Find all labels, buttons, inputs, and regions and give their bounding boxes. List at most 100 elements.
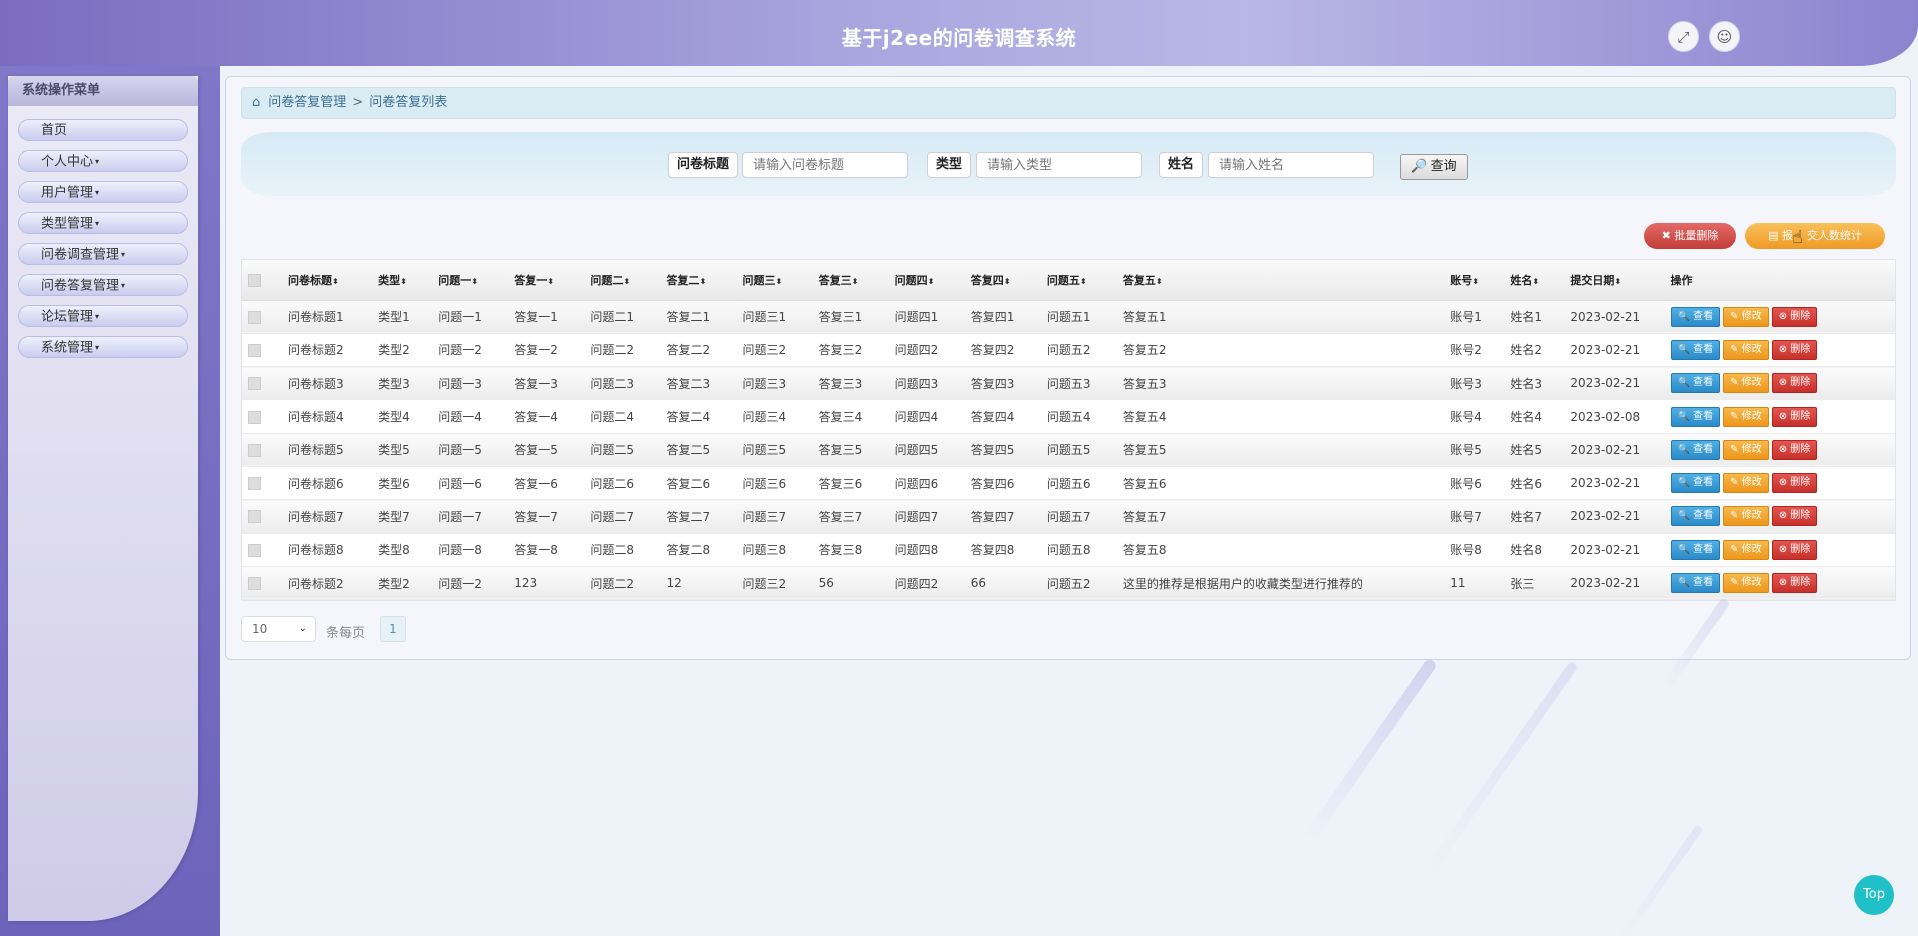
sort-icon[interactable]: ⬍ [471,277,478,286]
name-search-input[interactable] [1208,152,1374,178]
home-icon[interactable]: ⌂ [252,88,260,118]
edit-button[interactable]: ✎ 修改 [1723,406,1769,427]
row-select-cell [242,399,283,434]
view-button[interactable]: 🔍 查看 [1670,473,1721,494]
sort-icon[interactable]: ⬍ [852,277,859,286]
table-cell: 答复三5 [812,433,889,467]
view-button[interactable]: 🔍 查看 [1670,439,1721,460]
sidebar-item[interactable]: 问卷答复管理 ▾ [18,274,188,296]
edit-button[interactable]: ✎ 修改 [1723,339,1769,360]
sort-icon[interactable]: ⬍ [547,277,554,286]
table-cell: 问卷标题5 [282,433,373,467]
view-button[interactable]: 🔍 查看 [1670,406,1721,427]
search-button[interactable]: 🔎 查询 [1400,154,1468,180]
column-header[interactable]: 答复一⬍ [508,260,585,301]
sort-icon[interactable]: ⬍ [1614,277,1621,286]
delete-button[interactable]: ⊗ 删除 [1771,573,1818,594]
edit-button[interactable]: ✎ 修改 [1723,539,1769,560]
sidebar-item[interactable]: 系统管理 ▾ [18,336,188,358]
select-all-checkbox[interactable] [248,273,261,287]
delete-button[interactable]: ⊗ 删除 [1771,339,1818,360]
sort-icon[interactable]: ⬍ [332,277,339,286]
user-icon[interactable]: ☺ [1709,21,1740,52]
column-header[interactable]: 答复五⬍ [1116,260,1445,301]
column-header[interactable]: 答复三⬍ [812,260,889,301]
sort-icon[interactable]: ⬍ [1080,277,1087,286]
column-header[interactable]: 类型⬍ [372,260,433,301]
page-size-select[interactable]: 10 ⌄ [241,616,316,642]
sort-icon[interactable]: ⬍ [776,277,783,286]
sidebar-item[interactable]: 个人中心 ▾ [18,150,188,172]
column-header[interactable]: 提交日期⬍ [1564,260,1665,301]
edit-button[interactable]: ✎ 修改 [1723,473,1769,494]
column-header[interactable]: 答复四⬍ [964,260,1041,301]
table-row: 问卷标题4 类型4 问题一4 答复一4 问题二4 答复二4 问题三4 答复三4 问题四4 答复四4… [242,399,1895,434]
column-header[interactable]: 账号⬍ [1444,260,1505,301]
page-number-1[interactable]: 1 [380,616,406,642]
column-header[interactable]: 问题五⬍ [1040,260,1117,301]
row-checkbox[interactable] [248,310,261,324]
view-button[interactable]: 🔍 查看 [1670,373,1721,394]
edit-button[interactable]: ✎ 修改 [1723,373,1769,394]
column-header[interactable]: 问卷标题⬍ [282,260,373,301]
sidebar-item[interactable]: 论坛管理 ▾ [18,305,188,327]
row-checkbox[interactable] [248,510,261,524]
table-cell: 答复五8 [1116,533,1445,567]
column-header[interactable]: 问题四⬍ [888,260,965,301]
edit-button[interactable]: ✎ 修改 [1723,573,1769,594]
delete-button[interactable]: ⊗ 删除 [1771,473,1818,494]
delete-button[interactable]: ⊗ 删除 [1771,406,1818,427]
delete-button[interactable]: ⊗ 删除 [1771,539,1818,560]
sort-icon[interactable]: ⬍ [1472,277,1479,286]
row-select-cell [242,300,283,334]
delete-button[interactable]: ⊗ 删除 [1771,439,1818,460]
edit-button[interactable]: ✎ 修改 [1723,306,1769,327]
sidebar-item[interactable]: 问卷调查管理 ▾ [18,243,188,265]
view-button[interactable]: 🔍 查看 [1670,573,1721,594]
edit-button[interactable]: ✎ 修改 [1723,439,1769,460]
edit-button[interactable]: ✎ 修改 [1723,506,1769,527]
sidebar-item-label: 系统管理 [41,340,94,356]
table-cell: 姓名4 [1504,399,1565,434]
column-header[interactable]: 问题一⬍ [432,260,509,301]
title-search-input[interactable] [742,152,908,178]
submission-count-stats-button[interactable]: ▤ 报交人数统计 [1745,223,1885,249]
sort-icon[interactable]: ⬍ [928,277,935,286]
sort-icon[interactable]: ⬍ [1156,277,1163,286]
sort-icon[interactable]: ⬍ [699,277,706,286]
view-button[interactable]: 🔍 查看 [1670,306,1721,327]
table-cell: 56 [812,566,889,601]
sort-icon[interactable]: ⬍ [1532,277,1539,286]
view-button[interactable]: 🔍 查看 [1670,506,1721,527]
column-header[interactable]: 问题二⬍ [584,260,661,301]
sidebar-item[interactable]: 首页 [18,119,188,141]
delete-button[interactable]: ⊗ 删除 [1771,373,1818,394]
delete-button[interactable]: ⊗ 删除 [1771,506,1818,527]
row-checkbox[interactable] [248,543,261,557]
row-checkbox[interactable] [248,343,261,357]
breadcrumb-level1[interactable]: 问卷答复管理 [268,95,346,110]
row-checkbox[interactable] [248,410,261,424]
caret-down-icon: ▾ [95,219,100,228]
view-button[interactable]: 🔍 查看 [1670,539,1721,560]
row-checkbox[interactable] [248,577,261,591]
batch-delete-button[interactable]: ✖ 批量删除 [1644,223,1736,249]
delete-button[interactable]: ⊗ 删除 [1771,306,1818,327]
row-checkbox[interactable] [248,443,261,457]
sidebar-item[interactable]: 类型管理 ▾ [18,212,188,234]
sidebar-item[interactable]: 用户管理 ▾ [18,181,188,203]
type-search-input[interactable] [976,152,1142,178]
column-header[interactable]: 答复二⬍ [660,260,737,301]
sort-icon[interactable]: ⬍ [1004,277,1011,286]
back-to-top-button[interactable]: Top [1854,875,1894,915]
column-header[interactable]: 问题三⬍ [736,260,813,301]
sort-icon[interactable]: ⬍ [623,277,630,286]
row-checkbox[interactable] [248,377,261,391]
fullscreen-icon[interactable]: ⤢ [1668,21,1699,52]
table-cell: 问题一6 [432,466,509,501]
column-header[interactable]: 姓名⬍ [1504,260,1565,301]
view-button[interactable]: 🔍 查看 [1670,339,1721,360]
table-cell: 姓名1 [1504,300,1565,334]
row-checkbox[interactable] [248,477,261,491]
sort-icon[interactable]: ⬍ [400,277,407,286]
